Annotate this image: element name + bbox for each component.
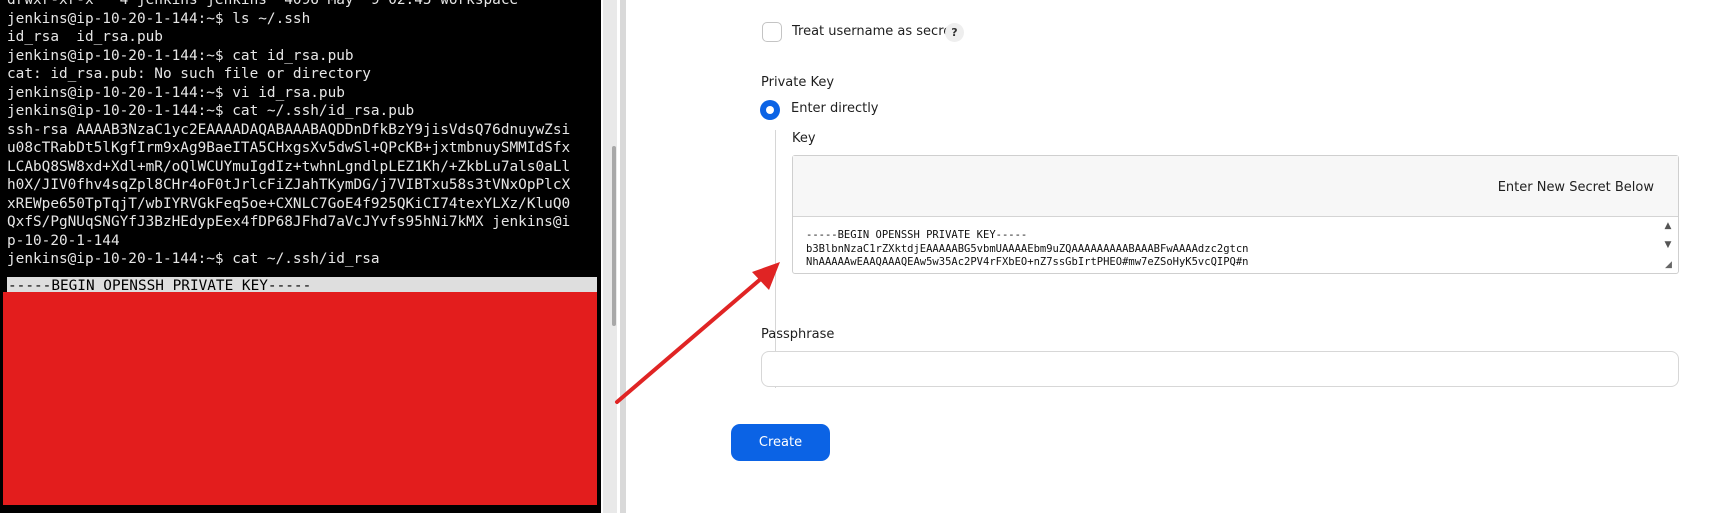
- terminal-output: drwxr-xr-x 4 jenkins jenkins 4096 May 9 …: [7, 0, 597, 269]
- private-key-label: Private Key: [761, 75, 835, 90]
- terminal-scrollbar-thumb[interactable]: [612, 146, 616, 326]
- scroll-down-arrow-icon[interactable]: ▼: [1661, 238, 1675, 252]
- enter-new-secret-label: Enter New Secret Below: [1497, 180, 1654, 195]
- nested-option-line: [775, 130, 776, 388]
- passphrase-input[interactable]: [761, 351, 1679, 387]
- enter-directly-radio[interactable]: [760, 100, 780, 120]
- terminal-line: id_rsa id_rsa.pub: [7, 29, 163, 45]
- radio-selected-dot: [766, 106, 774, 114]
- terminal-line: jenkins@ip-10-20-1-144:~$ cat ~/.ssh/id_…: [7, 103, 415, 119]
- terminal-line: jenkins@ip-10-20-1-144:~$ cat ~/.ssh/id_…: [7, 251, 380, 267]
- key-label: Key: [792, 131, 816, 146]
- resize-handle-icon[interactable]: ◢: [1665, 260, 1675, 270]
- terminal-pane[interactable]: drwxr-xr-x 4 jenkins jenkins 4096 May 9 …: [0, 0, 601, 513]
- terminal-line: ssh-rsa AAAAB3NzaC1yc2EAAAADAQABAAABAQDD…: [7, 121, 571, 138]
- terminal-line: xREWpe650TpTqjT/wbIYRVGkFeq5oe+CXNLC7GoE…: [7, 195, 571, 212]
- enter-directly-label: Enter directly: [791, 101, 879, 116]
- treat-username-secret-label: Treat username as secret: [792, 24, 957, 39]
- passphrase-label: Passphrase: [761, 327, 835, 342]
- terminal-line: jenkins@ip-10-20-1-144:~$ ls ~/.ssh: [7, 10, 311, 27]
- terminal-line: cat: id_rsa.pub: No such file or directo…: [7, 66, 371, 82]
- help-icon[interactable]: ?: [945, 23, 964, 42]
- key-text-line: -----BEGIN OPENSSH PRIVATE KEY-----: [806, 229, 1028, 241]
- key-text-line: NhAAAAAwEAAQAAAQEAw5w35Ac2PV4rFXbEO+nZ7s…: [806, 256, 1249, 268]
- terminal-line: QxfS/PgNUqSNGYfJ3BzHEdypEex4fDP68JFhd7aV…: [7, 214, 571, 230]
- terminal-line: u08cTRabDt5lKgfIrm9xAg9BaeITA5CHxgsXv5dw…: [7, 140, 571, 156]
- treat-username-secret-checkbox[interactable]: [762, 22, 782, 42]
- create-button[interactable]: Create: [731, 424, 830, 461]
- terminal-line: p-10-20-1-144: [7, 232, 120, 249]
- private-key-textarea[interactable]: -----BEGIN OPENSSH PRIVATE KEY----- b3Blb…: [806, 229, 1656, 273]
- terminal-line: LCAbQ8SW8xd+Xdl+mR/oQlWCUYmuIgdIz+twhnLg…: [7, 158, 571, 175]
- terminal-line: drwxr-xr-x 4 jenkins jenkins 4096 May 9 …: [7, 0, 519, 8]
- key-text-line: b3BlbnNzaC1rZXktdjEAAAAABG5vbmUAAAAEbm9u…: [806, 242, 1249, 255]
- terminal-line: jenkins@ip-10-20-1-144:~$ vi id_rsa.pub: [7, 84, 345, 101]
- scroll-up-arrow-icon[interactable]: ▲: [1661, 219, 1675, 233]
- terminal-line: jenkins@ip-10-20-1-144:~$ cat id_rsa.pub: [7, 47, 354, 64]
- redaction-block: [3, 292, 597, 505]
- terminal-line: h0X/JIV0fhv4sqZpl8CHr4oF0tJrlcFiZJahTKym…: [7, 177, 571, 193]
